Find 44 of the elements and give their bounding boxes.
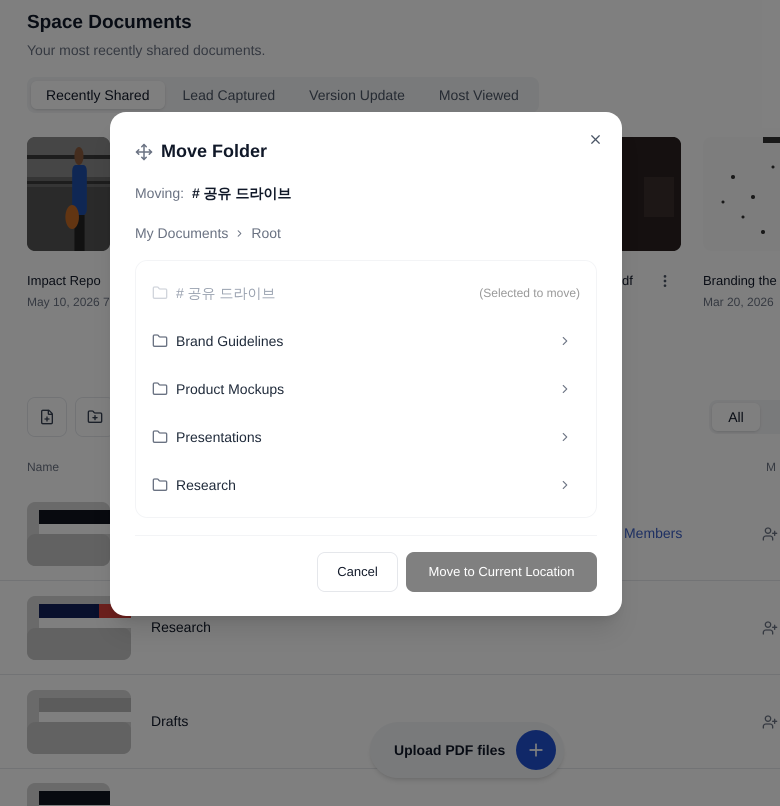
page-subtitle: Your most recently shared documents.	[27, 41, 266, 60]
column-header: M	[766, 459, 776, 476]
filter-tab[interactable]: All	[712, 403, 760, 431]
add-user-icon[interactable]	[762, 714, 778, 730]
breadcrumb-item[interactable]: Root	[251, 223, 281, 244]
moving-value: # 공유 드라이브	[192, 184, 292, 203]
tab[interactable]: Lead Captured	[166, 81, 292, 109]
folder-plus-icon	[87, 409, 103, 425]
folder-name[interactable]: Brand Guidelines	[176, 330, 284, 352]
dialog-title: Move Folder	[161, 140, 268, 163]
folder-name: # 공유 드라이브	[176, 284, 276, 302]
folder-name[interactable]: Product Mockups	[176, 378, 284, 400]
card-title: df	[622, 272, 633, 290]
folder-icon	[152, 429, 168, 445]
new-file-button[interactable]	[27, 397, 67, 437]
tab[interactable]: Recently Shared	[31, 81, 165, 109]
cancel-button[interactable]: Cancel	[317, 552, 398, 592]
folder-icon	[152, 333, 168, 349]
card-title: Branding the	[703, 272, 777, 290]
row-name[interactable]: Drafts	[151, 713, 188, 729]
folder-icon	[152, 381, 168, 397]
folder-note: (Selected to move)	[479, 285, 580, 302]
folder-name[interactable]: Presentations	[176, 426, 262, 448]
add-user-icon[interactable]	[762, 526, 778, 542]
folder-icon	[152, 477, 168, 493]
card-date: May 10, 2026 7	[27, 294, 110, 311]
members-link[interactable]: Members	[624, 525, 682, 541]
add-user-icon[interactable]	[762, 620, 778, 636]
folder-icon	[152, 285, 168, 301]
row-name[interactable]: Research	[151, 619, 211, 635]
tab[interactable]: Version Update	[293, 81, 421, 109]
file-plus-icon	[39, 409, 55, 425]
plus-icon	[516, 730, 556, 770]
folder-name[interactable]: Research	[176, 474, 236, 496]
upload-label: Upload PDF files	[394, 740, 506, 760]
breadcrumb-item[interactable]: My Documents	[135, 223, 228, 244]
move-icon	[135, 142, 153, 160]
moving-label: Moving:	[135, 184, 184, 203]
page-title: Space Documents	[27, 11, 193, 35]
card-title: Impact Repo	[27, 272, 101, 290]
tab[interactable]: Most Viewed	[422, 81, 535, 109]
upload-button[interactable]: Upload PDF files	[370, 722, 564, 778]
card-date: Mar 20, 2026	[703, 294, 774, 311]
column-header: Name	[27, 459, 60, 476]
